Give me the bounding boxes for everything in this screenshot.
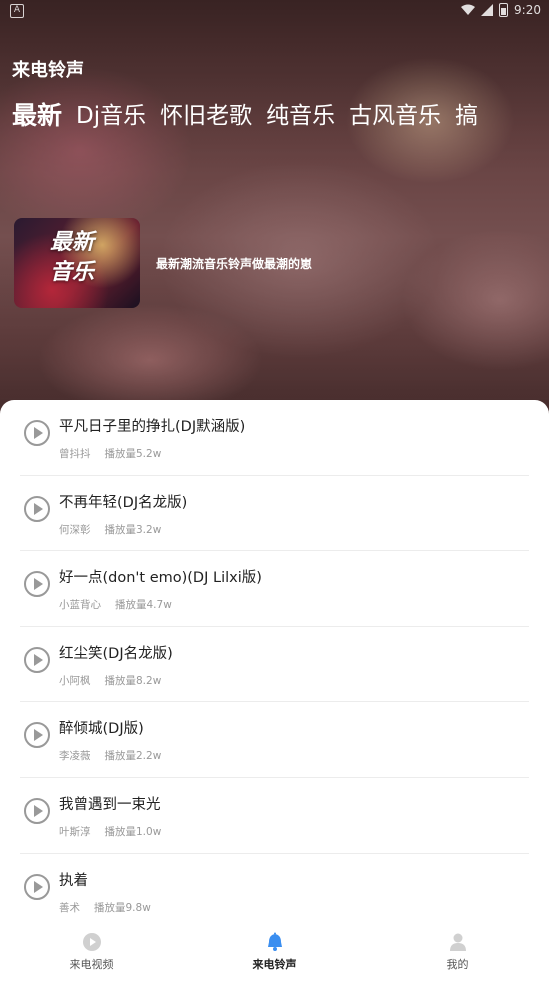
app-notification-icon: A (10, 4, 24, 18)
battery-icon (499, 3, 509, 17)
status-bar: A 9:20 (0, 0, 549, 24)
status-time: 9:20 (514, 3, 541, 17)
nav-item-call-video[interactable]: 来电视频 (0, 920, 183, 983)
tab-ancient-style[interactable]: 古风音乐 (349, 96, 441, 132)
list-item[interactable]: 不再年轻(DJ名龙版) 何深彰 播放量3.2w (20, 476, 529, 552)
list-item[interactable]: 我曾遇到一束光 叶斯淳 播放量1.0w (20, 778, 529, 854)
song-title: 好一点(don't emo)(DJ Lilxi版) (59, 570, 262, 587)
banner-cover-image: 最新 音乐 (14, 218, 140, 308)
list-item[interactable]: 红尘笑(DJ名龙版) 小阿枫 播放量8.2w (20, 627, 529, 703)
song-plays: 播放量1.0w (104, 825, 162, 838)
play-circle-icon (82, 933, 101, 951)
song-plays: 播放量9.8w (94, 901, 151, 914)
play-icon[interactable] (24, 797, 50, 824)
tab-latest[interactable]: 最新 (12, 96, 62, 132)
bottom-nav: 来电视频 来电铃声 我的 (0, 920, 549, 983)
play-icon[interactable] (24, 420, 50, 446)
song-list-card: 平凡日子里的挣扎(DJ默涵版) 曾抖抖 播放量5.2w 不再年轻(DJ名龙版) 何… (0, 400, 549, 983)
song-title: 不再年轻(DJ名龙版) (59, 494, 188, 511)
song-title: 红尘笑(DJ名龙版) (59, 645, 173, 662)
nav-item-profile[interactable]: 我的 (366, 920, 549, 983)
nav-label: 来电视频 (69, 958, 114, 971)
song-plays: 播放量5.2w (104, 448, 162, 460)
nav-item-ringtones[interactable]: 来电铃声 (183, 920, 366, 983)
category-tabs: 最新 Dj音乐 怀旧老歌 纯音乐 古风音乐 搞 (12, 96, 549, 132)
nav-label: 来电铃声 (252, 958, 297, 971)
user-icon (449, 933, 466, 951)
page-title: 来电铃声 (12, 60, 84, 81)
song-artist: 李凌薇 (59, 750, 91, 763)
cover-line-1: 最新 (50, 230, 95, 255)
category-banner: 最新 音乐 最新潮流音乐铃声做最潮的崽 (14, 218, 312, 308)
song-artist: 小蓝背心 (59, 599, 101, 612)
song-title: 执着 (59, 872, 88, 889)
song-artist: 何深彰 (59, 523, 91, 536)
signal-icon (481, 4, 494, 16)
tab-oldies[interactable]: 怀旧老歌 (160, 96, 252, 132)
list-item[interactable]: 醉倾城(DJ版) 李凌薇 播放量2.2w (20, 702, 529, 778)
song-list: 平凡日子里的挣扎(DJ默涵版) 曾抖抖 播放量5.2w 不再年轻(DJ名龙版) 何… (0, 400, 549, 920)
list-item[interactable]: 平凡日子里的挣扎(DJ默涵版) 曾抖抖 播放量5.2w (20, 400, 529, 476)
wifi-icon (461, 4, 476, 15)
song-plays: 播放量2.2w (104, 750, 162, 763)
song-title: 平凡日子里的挣扎(DJ默涵版) (59, 419, 246, 435)
cover-line-2: 音乐 (50, 260, 95, 285)
play-icon[interactable] (24, 722, 50, 749)
play-icon[interactable] (24, 873, 50, 900)
nav-label: 我的 (446, 958, 469, 971)
song-plays: 播放量3.2w (104, 523, 162, 536)
tab-instrumental[interactable]: 纯音乐 (266, 96, 335, 132)
song-title: 醉倾城(DJ版) (59, 721, 144, 738)
tab-dj[interactable]: Dj音乐 (76, 96, 146, 132)
song-artist: 曾抖抖 (59, 448, 91, 460)
banner-description: 最新潮流音乐铃声做最潮的崽 (156, 256, 313, 271)
bell-icon (267, 932, 282, 951)
play-icon[interactable] (24, 646, 50, 673)
song-plays: 播放量8.2w (104, 674, 162, 687)
song-artist: 叶斯淳 (59, 825, 91, 838)
song-title: 我曾遇到一束光 (59, 796, 161, 813)
song-artist: 善术 (59, 901, 80, 914)
song-artist: 小阿枫 (59, 674, 91, 687)
list-item[interactable]: 好一点(don't emo)(DJ Lilxi版) 小蓝背心 播放量4.7w (20, 551, 529, 627)
list-item[interactable]: 执着 善术 播放量9.8w (20, 854, 529, 920)
song-plays: 播放量4.7w (115, 599, 172, 612)
play-icon[interactable] (24, 495, 50, 522)
tab-funny[interactable]: 搞 (455, 96, 478, 132)
play-icon[interactable] (24, 571, 50, 598)
